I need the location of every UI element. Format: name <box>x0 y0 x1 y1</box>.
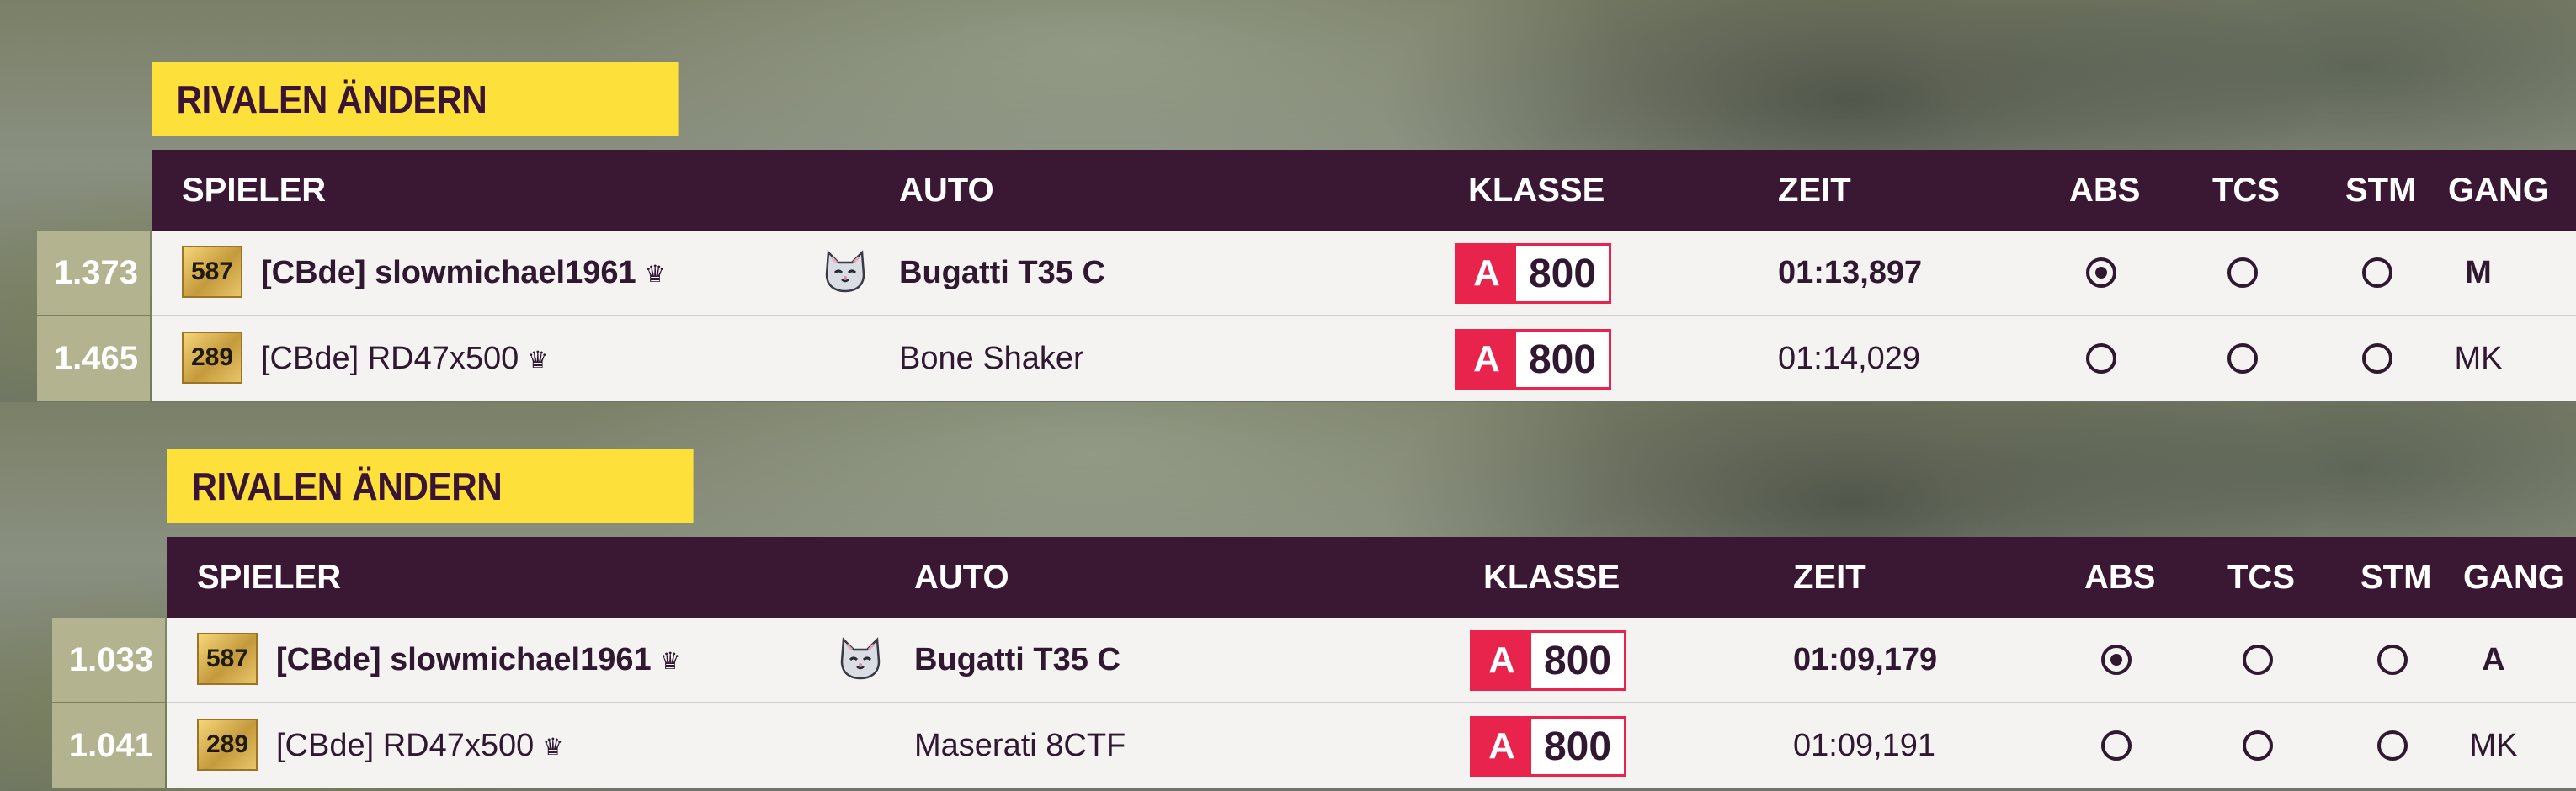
column-header-gear[interactable]: GANG <box>2463 537 2564 618</box>
driver-level-badge: 289 <box>182 332 242 384</box>
column-header-car[interactable]: AUTO <box>914 537 1009 618</box>
column-header-car[interactable]: AUTO <box>899 150 994 231</box>
change-rivals-button[interactable]: RIVALEN ÄNDERN <box>152 62 679 136</box>
lap-time: 01:14,029 <box>1778 341 1921 376</box>
column-header-time[interactable]: ZEIT <box>1793 537 1866 618</box>
performance-class-badge: A 800 <box>1455 329 1611 390</box>
table-row[interactable]: 289 [CBde] RD47x500 ♛ Bone Shaker A 800 0… <box>152 315 2576 401</box>
lap-time: 01:13,897 <box>1778 255 1923 290</box>
table-row[interactable]: 587 [CBde] slowmichael1961 ♛ Bugatti T35 … <box>152 231 2576 315</box>
gearbox-type: MK <box>2469 728 2518 763</box>
column-header-tcs[interactable]: TCS <box>2212 150 2280 231</box>
leaderboard-panel: RIVALEN ÄNDERN SPIELER AUTO KLASSE ZEIT … <box>0 0 2576 402</box>
class-rating: 800 <box>1528 251 1597 296</box>
column-header-stm[interactable]: STM <box>2345 150 2416 231</box>
class-letter: A <box>1457 246 1516 301</box>
cat-face-icon <box>840 637 881 680</box>
stm-indicator <box>2377 645 2408 675</box>
column-header-abs[interactable]: ABS <box>2084 537 2155 618</box>
player-name: [CBde] slowmichael1961 ♛ <box>261 255 666 290</box>
table-body: 587 [CBde] slowmichael1961 ♛ Bugatti T35 … <box>167 618 2576 788</box>
crown-icon: ♛ <box>542 733 564 760</box>
class-rating: 800 <box>1543 638 1612 683</box>
driver-level-badge: 289 <box>197 719 258 771</box>
rank-position: 1.465 <box>37 316 150 401</box>
rank-position: 1.041 <box>52 703 165 788</box>
crown-icon: ♛ <box>527 346 549 373</box>
tcs-indicator <box>2227 343 2258 374</box>
rivals-table: SPIELER AUTO KLASSE ZEIT ABS TCS STM GAN… <box>167 537 2576 788</box>
class-rating: 800 <box>1528 337 1597 382</box>
class-letter: A <box>1472 633 1531 688</box>
gearbox-type: M <box>2465 255 2492 290</box>
table-header: SPIELER AUTO KLASSE ZEIT ABS TCS STM GAN… <box>152 150 2576 231</box>
column-header-abs[interactable]: ABS <box>2069 150 2140 231</box>
table-row[interactable]: 587 [CBde] slowmichael1961 ♛ Bugatti T35 … <box>167 618 2576 702</box>
column-header-stm[interactable]: STM <box>2360 537 2431 618</box>
lap-time: 01:09,191 <box>1793 728 1936 763</box>
player-name: [CBde] slowmichael1961 ♛ <box>276 642 681 677</box>
lap-time: 01:09,179 <box>1793 642 1938 677</box>
performance-class-badge: A 800 <box>1470 630 1626 691</box>
driver-level-badge: 587 <box>197 633 258 685</box>
change-rivals-button[interactable]: RIVALEN ÄNDERN <box>167 449 694 523</box>
leaderboard-panel: RIVALEN ÄNDERN SPIELER AUTO KLASSE ZEIT … <box>0 402 2576 791</box>
stm-indicator <box>2362 343 2392 374</box>
abs-indicator <box>2086 343 2116 374</box>
rank-position: 1.033 <box>52 618 165 702</box>
class-letter: A <box>1472 719 1531 774</box>
abs-indicator <box>2101 645 2132 675</box>
driver-level-badge: 587 <box>182 246 242 298</box>
car-name: Bugatti T35 C <box>914 642 1120 677</box>
rivals-table: SPIELER AUTO KLASSE ZEIT ABS TCS STM GAN… <box>152 150 2576 401</box>
player-name: [CBde] RD47x500 ♛ <box>276 728 564 763</box>
table-row[interactable]: 289 [CBde] RD47x500 ♛ Maserati 8CTF A 800… <box>167 702 2576 788</box>
tcs-indicator <box>2243 730 2273 761</box>
column-header-player[interactable]: SPIELER <box>197 537 341 618</box>
class-letter: A <box>1457 332 1516 387</box>
class-rating: 800 <box>1543 724 1612 769</box>
car-name: Maserati 8CTF <box>914 728 1126 763</box>
tcs-indicator <box>2243 645 2273 675</box>
car-name: Bugatti T35 C <box>899 255 1105 290</box>
performance-class-badge: A 800 <box>1455 243 1611 304</box>
gearbox-type: MK <box>2454 341 2503 376</box>
rank-position: 1.373 <box>37 231 150 315</box>
table-body: 587 [CBde] slowmichael1961 ♛ Bugatti T35 … <box>152 231 2576 401</box>
crown-icon: ♛ <box>644 260 666 287</box>
column-header-class[interactable]: KLASSE <box>1468 150 1605 231</box>
abs-indicator <box>2086 257 2116 288</box>
crown-icon: ♛ <box>659 647 681 674</box>
performance-class-badge: A 800 <box>1470 716 1626 777</box>
stm-indicator <box>2377 730 2408 761</box>
table-header: SPIELER AUTO KLASSE ZEIT ABS TCS STM GAN… <box>167 537 2576 618</box>
player-name: [CBde] RD47x500 ♛ <box>261 341 549 376</box>
column-header-gear[interactable]: GANG <box>2448 150 2549 231</box>
column-header-tcs[interactable]: TCS <box>2227 537 2295 618</box>
tcs-indicator <box>2227 257 2258 288</box>
stm-indicator <box>2362 257 2392 288</box>
column-header-player[interactable]: SPIELER <box>182 150 326 231</box>
cat-face-icon <box>825 250 865 293</box>
column-header-class[interactable]: KLASSE <box>1483 537 1620 618</box>
gearbox-type: A <box>2482 642 2505 677</box>
car-name: Bone Shaker <box>899 341 1084 376</box>
column-header-time[interactable]: ZEIT <box>1778 150 1851 231</box>
abs-indicator <box>2101 730 2132 761</box>
